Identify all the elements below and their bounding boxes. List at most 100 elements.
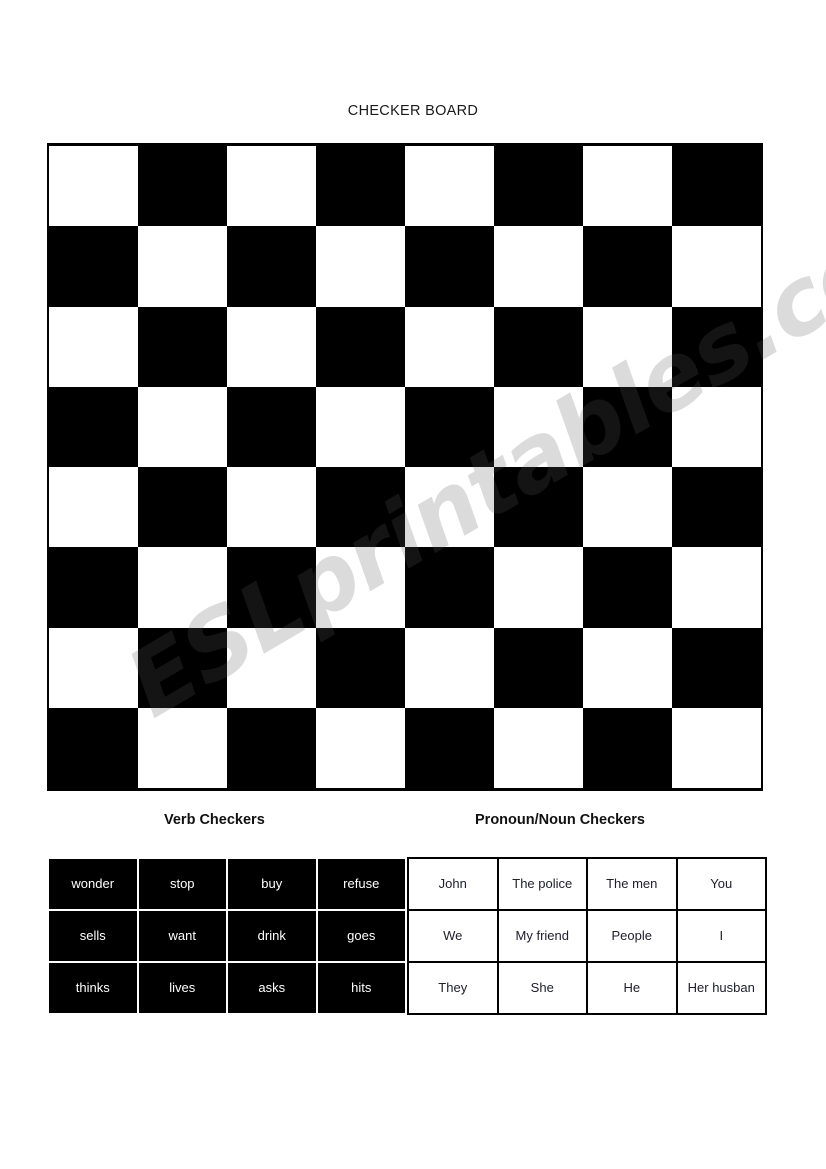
board-square-light <box>405 306 494 387</box>
page-title: CHECKER BOARD <box>347 103 479 119</box>
pronoun-noun-checkers-label: Pronoun/Noun Checkers <box>475 812 645 828</box>
board-square-dark <box>49 707 138 788</box>
verb-word-cell[interactable]: drink <box>226 909 318 963</box>
board-square-light <box>138 226 227 307</box>
board-square-dark <box>405 547 494 628</box>
board-square-light <box>316 226 405 307</box>
verb-word-cell[interactable]: thinks <box>47 961 139 1015</box>
pronoun-noun-word-cell[interactable]: The police <box>496 857 588 911</box>
verb-word-cell[interactable]: refuse <box>315 857 407 911</box>
board-square-dark <box>583 707 672 788</box>
table-row: sells want drink goes <box>47 909 407 963</box>
verb-word-cell[interactable]: lives <box>136 961 228 1015</box>
board-square-light <box>583 146 672 227</box>
verb-word-cell[interactable]: hits <box>315 961 407 1015</box>
board-square-dark <box>583 226 672 307</box>
board-square-light <box>49 306 138 387</box>
board-square-light <box>227 627 316 708</box>
board-square-dark <box>138 146 227 227</box>
board-square-dark <box>405 707 494 788</box>
verb-checkers-table: wonder stop buy refuse sells want drink goes thi… <box>47 857 407 1015</box>
pronoun-noun-word-cell[interactable]: He <box>586 961 678 1015</box>
pronoun-noun-word-cell[interactable]: People <box>586 909 678 963</box>
pronoun-noun-word-cell[interactable]: The men <box>586 857 678 911</box>
board-square-light <box>494 226 583 307</box>
board-square-light <box>49 627 138 708</box>
board-square-dark <box>316 306 405 387</box>
board-square-dark <box>583 386 672 467</box>
board-square-light <box>494 547 583 628</box>
pronoun-noun-word-cell[interactable]: John <box>407 857 499 911</box>
board-square-dark <box>583 547 672 628</box>
verb-word-cell[interactable]: asks <box>226 961 318 1015</box>
board-square-dark <box>138 467 227 548</box>
board-square-light <box>138 386 227 467</box>
checker-board <box>47 143 763 791</box>
board-square-light <box>672 386 761 467</box>
verb-word-cell[interactable]: buy <box>226 857 318 911</box>
board-square-dark <box>494 627 583 708</box>
board-square-light <box>316 386 405 467</box>
table-row: John The police The men You <box>407 857 767 911</box>
board-square-light <box>138 707 227 788</box>
board-square-light <box>227 467 316 548</box>
verb-table-body: wonder stop buy refuse sells want drink goes thi… <box>47 857 407 1015</box>
board-square-dark <box>49 547 138 628</box>
board-square-light <box>405 146 494 227</box>
board-square-light <box>672 547 761 628</box>
verb-word-cell[interactable]: sells <box>47 909 139 963</box>
table-row: wonder stop buy refuse <box>47 857 407 911</box>
board-square-dark <box>672 627 761 708</box>
board-square-dark <box>227 226 316 307</box>
board-square-light <box>316 707 405 788</box>
board-square-dark <box>494 146 583 227</box>
board-square-dark <box>316 627 405 708</box>
board-square-light <box>227 306 316 387</box>
pronoun-table-body: John The police The men You We My friend Peopl… <box>407 857 767 1015</box>
board-square-light <box>494 386 583 467</box>
pronoun-noun-word-cell[interactable]: My friend <box>496 909 588 963</box>
table-row: They She He Her husban <box>407 961 767 1015</box>
board-square-dark <box>405 226 494 307</box>
pronoun-noun-word-cell[interactable]: They <box>407 961 499 1015</box>
board-square-light <box>227 146 316 227</box>
board-square-dark <box>672 146 761 227</box>
board-square-dark <box>227 547 316 628</box>
verb-checkers-label: Verb Checkers <box>164 812 265 828</box>
pronoun-noun-word-cell[interactable]: Her husban <box>675 961 767 1015</box>
board-square-dark <box>49 386 138 467</box>
board-square-light <box>583 306 672 387</box>
board-square-light <box>49 467 138 548</box>
pronoun-noun-word-cell[interactable]: You <box>675 857 767 911</box>
pronoun-noun-word-cell[interactable]: She <box>496 961 588 1015</box>
board-square-dark <box>316 467 405 548</box>
board-square-light <box>405 467 494 548</box>
board-square-dark <box>138 306 227 387</box>
board-square-dark <box>227 386 316 467</box>
board-square-dark <box>405 386 494 467</box>
checkers-tables: wonder stop buy refuse sells want drink goes thi… <box>47 857 767 1015</box>
verb-word-cell[interactable]: wonder <box>47 857 139 911</box>
board-square-light <box>494 707 583 788</box>
verb-word-cell[interactable]: goes <box>315 909 407 963</box>
board-square-dark <box>227 707 316 788</box>
board-square-light <box>316 547 405 628</box>
board-square-dark <box>49 226 138 307</box>
pronoun-noun-word-cell[interactable]: I <box>675 909 767 963</box>
table-row: thinks lives asks hits <box>47 961 407 1015</box>
board-square-dark <box>138 627 227 708</box>
board-square-light <box>583 467 672 548</box>
board-square-light <box>672 707 761 788</box>
verb-word-cell[interactable]: stop <box>136 857 228 911</box>
table-row: We My friend People I <box>407 909 767 963</box>
board-square-dark <box>494 467 583 548</box>
board-square-light <box>138 547 227 628</box>
board-square-light <box>49 146 138 227</box>
section-labels: Verb Checkers Pronoun/Noun Checkers <box>47 812 763 836</box>
pronoun-noun-word-cell[interactable]: We <box>407 909 499 963</box>
board-square-light <box>583 627 672 708</box>
verb-word-cell[interactable]: want <box>136 909 228 963</box>
board-square-light <box>405 627 494 708</box>
board-square-light <box>672 226 761 307</box>
board-square-dark <box>316 146 405 227</box>
